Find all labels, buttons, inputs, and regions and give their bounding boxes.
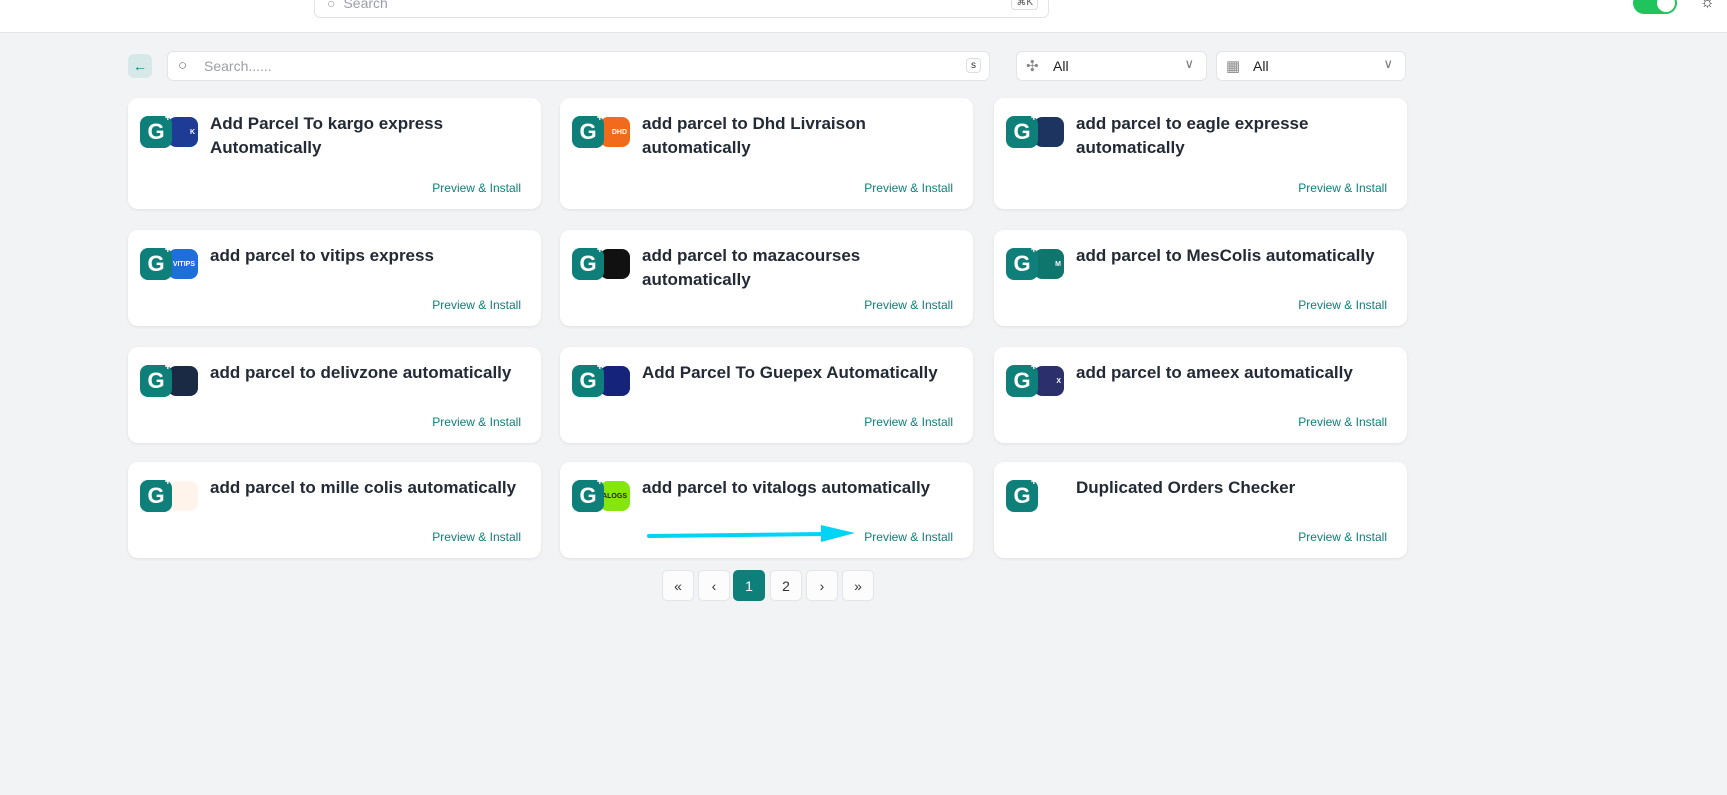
preview-install-link[interactable]: Preview & Install xyxy=(1298,415,1387,429)
app-logo: G xyxy=(1006,476,1066,512)
category-dropdown[interactable]: ✣ All ∨ xyxy=(1016,51,1207,81)
page-2-button[interactable]: 2 xyxy=(770,570,802,601)
template-card[interactable]: GK Add Parcel To kargo express Automatic… xyxy=(128,98,541,209)
search-icon: ○ xyxy=(178,57,188,74)
carrier-logo-icon xyxy=(168,481,198,511)
shortcut-hint: ⌘K xyxy=(1011,0,1038,10)
app-logo: GM xyxy=(1006,244,1066,280)
card-title: Duplicated Orders Checker xyxy=(1076,478,1296,497)
g-logo-icon: G xyxy=(140,244,172,280)
preview-install-link[interactable]: Preview & Install xyxy=(1298,530,1387,544)
template-card[interactable]: GM add parcel to MesColis automatically … xyxy=(994,230,1407,326)
g-logo-icon: G xyxy=(572,361,604,397)
grid-icon: ▦ xyxy=(1226,58,1241,75)
carrier-logo-icon: VITIPS xyxy=(168,249,198,279)
last-page-button[interactable]: » xyxy=(842,570,874,601)
carrier-logo-icon: DHD xyxy=(600,117,630,147)
app-logo: GX xyxy=(1006,361,1066,397)
g-logo-icon: G xyxy=(572,476,604,512)
type-dropdown[interactable]: ▦ All ∨ xyxy=(1216,51,1406,81)
template-card[interactable]: GDHD add parcel to Dhd Livraison automat… xyxy=(560,98,973,209)
preview-install-link[interactable]: Preview & Install xyxy=(1298,181,1387,195)
preview-install-link[interactable]: Preview & Install xyxy=(864,298,953,312)
preview-install-link[interactable]: Preview & Install xyxy=(432,415,521,429)
g-logo-icon: G xyxy=(1006,112,1038,148)
first-page-button[interactable]: « xyxy=(662,570,694,601)
g-logo-icon: G xyxy=(1006,361,1038,397)
g-logo-icon: G xyxy=(140,112,172,148)
template-card[interactable]: GX add parcel to ameex automatically Pre… xyxy=(994,347,1407,443)
preview-install-link[interactable]: Preview & Install xyxy=(432,181,521,195)
g-logo-icon: G xyxy=(572,244,604,280)
app-logo: GVITALOGS xyxy=(572,476,632,512)
card-title: add parcel to Dhd Livraison automaticall… xyxy=(642,114,866,157)
card-title: add parcel to mille colis automatically xyxy=(210,478,517,497)
preview-install-link[interactable]: Preview & Install xyxy=(864,415,953,429)
app-logo: GK xyxy=(140,112,200,148)
template-card[interactable]: G add parcel to mazacourses automaticall… xyxy=(560,230,973,326)
g-logo-icon: G xyxy=(140,476,172,512)
app-logo: G xyxy=(140,361,200,397)
card-title: Add Parcel To Guepex Automatically xyxy=(642,363,938,382)
template-card[interactable]: G add parcel to delivzone automatically … xyxy=(128,347,541,443)
preview-install-link[interactable]: Preview & Install xyxy=(864,181,953,195)
toggle-switch[interactable] xyxy=(1633,0,1677,14)
carrier-logo-icon xyxy=(168,366,198,396)
next-page-button[interactable]: › xyxy=(806,570,838,601)
app-logo: G xyxy=(572,361,632,397)
card-title: add parcel to vitalogs automatically xyxy=(642,478,931,497)
card-title: Add Parcel To kargo express Automaticall… xyxy=(210,114,444,157)
top-bar: ○ Search ⌘K ☼ xyxy=(0,0,1727,33)
g-logo-icon: G xyxy=(1006,476,1038,512)
global-search-input[interactable]: ○ Search ⌘K xyxy=(314,0,1049,18)
carrier-logo-icon xyxy=(1034,117,1064,147)
search-icon: ○ xyxy=(327,0,336,11)
card-title: add parcel to vitips express xyxy=(210,246,434,265)
search-input[interactable]: ○ Search...... s xyxy=(167,51,990,81)
template-card[interactable]: G Duplicated Orders Checker Preview & In… xyxy=(994,462,1407,558)
preview-install-link[interactable]: Preview & Install xyxy=(432,298,521,312)
template-card[interactable]: G add parcel to eagle expresse automatic… xyxy=(994,98,1407,209)
annotation-arrow xyxy=(647,525,855,542)
puzzle-icon: ✣ xyxy=(1026,58,1039,75)
template-card[interactable]: G Add Parcel To Guepex Automatically Pre… xyxy=(560,347,973,443)
preview-install-link[interactable]: Preview & Install xyxy=(1298,298,1387,312)
app-logo: G xyxy=(140,476,200,512)
carrier-logo-icon: VITALOGS xyxy=(592,481,630,511)
card-title: add parcel to delivzone automatically xyxy=(210,363,512,382)
prev-page-button[interactable]: ‹ xyxy=(698,570,730,601)
template-card[interactable]: G add parcel to mille colis automaticall… xyxy=(128,462,541,558)
preview-install-link[interactable]: Preview & Install xyxy=(432,530,521,544)
template-card[interactable]: GVITIPS add parcel to vitips express Pre… xyxy=(128,230,541,326)
g-logo-icon: G xyxy=(572,112,604,148)
back-button[interactable]: ← xyxy=(128,54,152,78)
carrier-logo-icon: X xyxy=(1034,366,1064,396)
app-logo: GVITIPS xyxy=(140,244,200,280)
card-title: add parcel to MesColis automatically xyxy=(1076,246,1375,265)
chevron-down-icon: ∨ xyxy=(1184,56,1194,71)
sun-icon[interactable]: ☼ xyxy=(1700,0,1715,12)
carrier-logo-icon xyxy=(600,366,630,396)
g-logo-icon: G xyxy=(140,361,172,397)
app-logo: G xyxy=(1006,112,1066,148)
page-1-button[interactable]: 1 xyxy=(733,570,765,601)
shortcut-hint: s xyxy=(966,58,981,73)
card-title: add parcel to eagle expresse automatical… xyxy=(1076,114,1309,157)
carrier-logo-icon: K xyxy=(168,117,198,147)
chevron-down-icon: ∨ xyxy=(1383,56,1393,71)
g-logo-icon: G xyxy=(1006,244,1038,280)
card-title: add parcel to mazacourses automatically xyxy=(642,246,861,289)
carrier-logo-icon xyxy=(600,249,630,279)
app-logo: G xyxy=(572,244,632,280)
card-title: add parcel to ameex automatically xyxy=(1076,363,1353,382)
carrier-logo-icon: M xyxy=(1034,249,1064,279)
app-logo: GDHD xyxy=(572,112,632,148)
preview-install-link[interactable]: Preview & Install xyxy=(864,530,953,544)
